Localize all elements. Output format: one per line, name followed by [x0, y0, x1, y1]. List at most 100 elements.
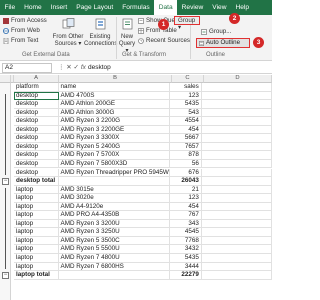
from-text-button[interactable]: From Text — [3, 37, 38, 44]
cell-platform[interactable]: desktop total — [14, 177, 59, 186]
cell-platform[interactable]: laptop — [14, 228, 59, 237]
cell-sales[interactable]: 123 — [170, 194, 202, 203]
cell-name[interactable]: AMD Ryzen Threadripper PRO 5945WX — [58, 168, 171, 178]
cell-platform[interactable]: desktop — [14, 108, 59, 118]
cell-name[interactable]: AMD Athlon 200GE — [58, 100, 171, 109]
cell-empty[interactable] — [201, 271, 273, 280]
cell-empty[interactable] — [201, 83, 273, 92]
cell-platform[interactable]: laptop — [14, 194, 59, 203]
cell-name[interactable]: AMD Ryzen 3 2200GE — [58, 125, 171, 135]
name-box[interactable]: A2 — [2, 63, 52, 73]
cell-platform[interactable]: platform — [14, 83, 59, 92]
cell-name[interactable] — [58, 271, 171, 280]
cell-sales[interactable]: 5667 — [170, 134, 202, 143]
cell-platform[interactable]: laptop — [14, 262, 59, 272]
from-access-button[interactable]: From Access — [3, 17, 47, 24]
cell-sales[interactable]: 3432 — [170, 245, 202, 254]
cell-platform[interactable]: desktop — [14, 117, 59, 126]
cell-sales[interactable]: 5435 — [170, 254, 202, 263]
cell-name[interactable]: AMD A4-9120e — [58, 202, 171, 212]
cell-platform[interactable]: laptop — [14, 236, 59, 246]
cell-platform[interactable]: laptop — [14, 219, 59, 229]
cell-name[interactable]: AMD Ryzen 7 5700X — [58, 151, 171, 160]
cell-platform[interactable]: desktop — [14, 91, 59, 101]
recent-sources-button[interactable]: Recent Sources — [138, 37, 190, 44]
cell-name[interactable]: AMD Ryzen 3 3200U — [58, 219, 171, 229]
cell-sales[interactable]: 5435 — [170, 100, 202, 109]
cell-name[interactable]: AMD Ryzen 3 3300X — [58, 134, 171, 143]
new-query-button[interactable]: New Query ▾ — [117, 18, 137, 55]
cell-name[interactable]: AMD Ryzen 5 2400G — [58, 142, 171, 152]
cell-name[interactable]: AMD Ryzen 7 5800X3D — [58, 159, 171, 169]
cell-empty[interactable] — [201, 151, 273, 160]
cell-sales[interactable]: 7768 — [170, 236, 202, 246]
column-header-c[interactable]: C — [172, 75, 204, 83]
cell-name[interactable]: AMD Ryzen 3 3250U — [58, 228, 171, 237]
cell-name[interactable]: AMD Ryzen 5 3500C — [58, 236, 171, 246]
cell-sales[interactable]: 56 — [170, 159, 202, 169]
cell-empty[interactable] — [201, 202, 273, 212]
from-other-sources-button[interactable]: From Other Sources ▾ — [52, 18, 84, 48]
cell-sales[interactable]: 26043 — [170, 177, 202, 186]
cell-sales[interactable]: sales — [170, 83, 202, 92]
cell-empty[interactable] — [201, 211, 273, 220]
tab-insert[interactable]: Insert — [46, 0, 72, 15]
cell-sales[interactable]: 454 — [170, 202, 202, 212]
cell-sales[interactable]: 4545 — [170, 228, 202, 237]
cell-platform[interactable]: laptop total — [14, 271, 59, 280]
cell-platform[interactable]: desktop — [14, 168, 59, 178]
cell-empty[interactable] — [201, 194, 273, 203]
cell-name[interactable]: AMD Ryzen 3 2200G — [58, 117, 171, 126]
existing-connections-button[interactable]: Existing Connections — [84, 18, 117, 48]
tab-data[interactable]: Data — [154, 0, 178, 15]
cell-empty[interactable] — [201, 117, 273, 126]
column-header-d[interactable]: D — [204, 75, 272, 83]
cell-sales[interactable]: 343 — [170, 219, 202, 229]
tab-home[interactable]: Home — [20, 0, 47, 15]
cell-platform[interactable]: laptop — [14, 202, 59, 212]
cell-empty[interactable] — [201, 185, 273, 195]
cell-sales[interactable]: 4554 — [170, 117, 202, 126]
cell-empty[interactable] — [201, 236, 273, 246]
cell-empty[interactable] — [201, 91, 273, 101]
from-web-button[interactable]: From Web — [3, 27, 40, 34]
cell-platform[interactable]: desktop — [14, 134, 59, 143]
cell-empty[interactable] — [201, 100, 273, 109]
cell-name[interactable]: name — [58, 83, 171, 92]
cell-platform[interactable]: desktop — [14, 125, 59, 135]
cell-name[interactable]: AMD Ryzen 5 5500U — [58, 245, 171, 254]
fx-icon[interactable]: ⋮ ✕ ✓ fx — [58, 63, 86, 73]
cell-platform[interactable]: laptop — [14, 254, 59, 263]
cell-name[interactable]: AMD PRO A4-4350B — [58, 211, 171, 220]
column-header-a[interactable]: A — [14, 75, 59, 83]
cell-name[interactable]: AMD 3015e — [58, 185, 171, 195]
cell-platform[interactable]: desktop — [14, 100, 59, 109]
cell-empty[interactable] — [201, 262, 273, 272]
auto-outline-menu-item[interactable]: Auto Outline — [196, 38, 250, 48]
cell-empty[interactable] — [201, 125, 273, 135]
cell-empty[interactable] — [201, 254, 273, 263]
cell-name[interactable]: AMD Athlon 3000G — [58, 108, 171, 118]
cell-name[interactable] — [58, 177, 171, 186]
tab-review[interactable]: Review — [177, 0, 208, 15]
cell-sales[interactable]: 878 — [170, 151, 202, 160]
cell-empty[interactable] — [201, 245, 273, 254]
cell-sales[interactable]: 767 — [170, 211, 202, 220]
cell-name[interactable]: AMD 4700S — [58, 91, 171, 101]
cell-empty[interactable] — [201, 142, 273, 152]
group-button[interactable]: Group ▾ — [174, 16, 200, 31]
column-header-b[interactable]: B — [59, 75, 172, 83]
cell-empty[interactable] — [201, 177, 273, 186]
cell-name[interactable]: AMD 3020e — [58, 194, 171, 203]
cell-platform[interactable]: laptop — [14, 211, 59, 220]
cell-sales[interactable]: 21 — [170, 185, 202, 195]
select-all-corner[interactable] — [0, 75, 11, 83]
tab-formulas[interactable]: Formulas — [118, 0, 154, 15]
cell-sales[interactable]: 123 — [170, 91, 202, 101]
cell-sales[interactable]: 676 — [170, 168, 202, 178]
formula-input[interactable]: desktop — [88, 63, 111, 73]
tab-file[interactable]: File — [0, 0, 20, 15]
cell-empty[interactable] — [201, 108, 273, 118]
cell-sales[interactable]: 543 — [170, 108, 202, 118]
cell-sales[interactable]: 3444 — [170, 262, 202, 272]
